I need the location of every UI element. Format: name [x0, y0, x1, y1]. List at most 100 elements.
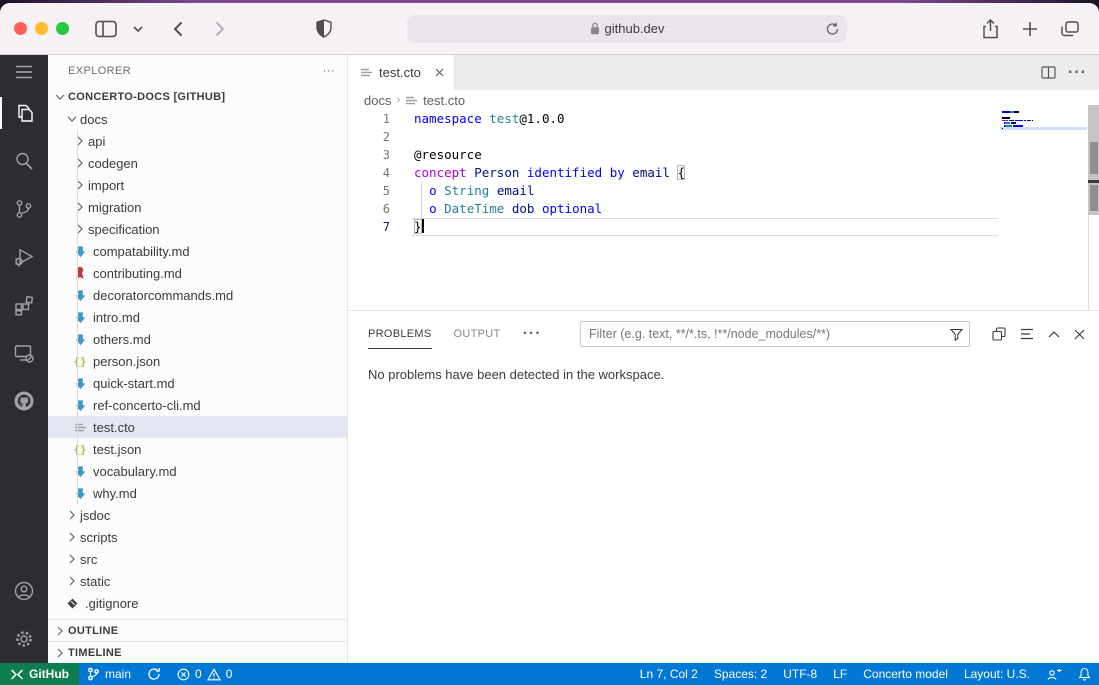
back-button[interactable] [163, 16, 193, 42]
view-as-table-icon[interactable] [992, 327, 1006, 341]
status-branch[interactable]: main [79, 663, 139, 685]
code-line-1[interactable]: 1 namespace test@1.0.0 [348, 110, 1099, 128]
close-panel-icon[interactable] [1074, 329, 1085, 340]
cto-file-icon [360, 66, 373, 79]
tree-folder-migration[interactable]: migration [48, 196, 347, 218]
minimap[interactable] [1000, 111, 1087, 130]
forward-button[interactable] [205, 16, 235, 42]
filter-funnel-icon[interactable] [950, 328, 963, 341]
tree-file-vocabulary-md[interactable]: vocabulary.md [48, 460, 347, 482]
status-remote[interactable]: GitHub [0, 663, 79, 685]
status-feedback[interactable] [1038, 663, 1070, 685]
editor-more-actions-icon[interactable]: ··· [1068, 64, 1087, 82]
tree-folder-api[interactable]: api [48, 130, 347, 152]
reload-icon[interactable] [826, 22, 839, 36]
tab-test-cto[interactable]: test.cto [348, 55, 455, 90]
split-editor-icon[interactable] [1041, 66, 1056, 79]
maximize-panel-icon[interactable] [1048, 330, 1060, 338]
problems-filter-input[interactable] [581, 327, 969, 341]
scrollbar-thumb[interactable] [1089, 185, 1098, 211]
section-timeline[interactable]: TIMELINE [48, 641, 347, 663]
breadcrumb-folder[interactable]: docs [364, 93, 391, 108]
privacy-shield-icon[interactable] [309, 16, 339, 42]
tree-folder-import[interactable]: import [48, 174, 347, 196]
tab-output[interactable]: OUTPUT [454, 311, 501, 357]
tree-file-test-cto[interactable]: test.cto [48, 416, 347, 438]
status-eol[interactable]: LF [825, 663, 855, 685]
status-problems[interactable]: 00 [169, 663, 240, 685]
tree-file-ref-concerto-cli-md[interactable]: ref-concerto-cli.md [48, 394, 347, 416]
explorer-more-actions-icon[interactable]: ··· [323, 65, 335, 77]
status-indentation[interactable]: Spaces: 2 [706, 663, 775, 685]
code-line-4[interactable]: 4 concept Person identified by email { [348, 164, 1099, 182]
close-tab-icon[interactable] [435, 68, 444, 77]
chevron-right-icon [72, 221, 88, 237]
tree-folder-docs[interactable]: docs [48, 108, 347, 130]
tree-file-decoratorcommands-md[interactable]: decoratorcommands.md [48, 284, 347, 306]
tree-file-others-md[interactable]: others.md [48, 328, 347, 350]
run-and-debug-icon[interactable] [0, 233, 48, 281]
tree-file-contributing-md[interactable]: contributing.md [48, 262, 347, 284]
github-icon[interactable] [0, 377, 48, 425]
status-keyboard-layout[interactable]: Layout: U.S. [956, 663, 1038, 685]
tab-overview-icon[interactable] [1055, 16, 1085, 42]
markdown-file-icon [72, 397, 88, 413]
code-line-6[interactable]: 6 o DateTime dob optional [348, 200, 1099, 218]
tree-folder-concerto-docs-github-[interactable]: CONCERTO-DOCS [GITHUB] [48, 86, 347, 108]
tree-file--gitignore[interactable]: .gitignore [48, 592, 347, 614]
sidebar-toggle-icon[interactable] [91, 16, 121, 42]
section-outline[interactable]: OUTLINE [48, 619, 347, 641]
code-line-5[interactable]: 5 o String email [348, 182, 1099, 200]
tree-folder-src[interactable]: src [48, 548, 347, 570]
source-control-icon[interactable] [0, 185, 48, 233]
settings-icon[interactable] [0, 615, 48, 663]
remote-explorer-icon[interactable] [0, 329, 48, 377]
cto-file-icon [72, 419, 88, 435]
tree-file-why-md[interactable]: why.md [48, 482, 347, 504]
status-sync[interactable] [139, 663, 169, 685]
menu-icon[interactable] [0, 55, 48, 89]
status-cursor-position[interactable]: Ln 7, Col 2 [632, 663, 706, 685]
minimize-window-button[interactable] [35, 22, 48, 35]
code-line-2[interactable]: 2 [348, 128, 1099, 146]
tree-item-label: static [80, 573, 111, 589]
tree-folder-scripts[interactable]: scripts [48, 526, 347, 548]
scrollbar-thumb[interactable] [1089, 142, 1098, 174]
tree-file-person-json[interactable]: {} person.json [48, 350, 347, 372]
chevron-down-icon[interactable] [129, 16, 147, 42]
tree-item-label: src [80, 551, 98, 567]
search-icon[interactable] [0, 137, 48, 185]
tree-file-compatability-md[interactable]: compatability.md [48, 240, 347, 262]
zoom-window-button[interactable] [56, 22, 69, 35]
status-encoding[interactable]: UTF-8 [775, 663, 825, 685]
address-bar[interactable]: github.dev [407, 14, 847, 43]
code-line-7[interactable]: 7} [348, 218, 1099, 236]
editor-scrollbar[interactable] [1088, 105, 1099, 215]
tree-item-label: import [88, 177, 125, 193]
collapse-all-icon[interactable] [1020, 328, 1034, 340]
code-line-3[interactable]: 3 @resource [348, 146, 1099, 164]
tree-file-quick-start-md[interactable]: quick-start.md [48, 372, 347, 394]
chevron-right-icon [72, 133, 88, 149]
new-tab-icon[interactable] [1015, 16, 1045, 42]
panel-more-tabs-icon[interactable]: ··· [523, 325, 542, 343]
status-notifications[interactable] [1070, 663, 1099, 685]
code-editor[interactable]: 1 namespace test@1.0.0 2 3 @resource 4 concept… [348, 110, 1099, 310]
status-language-mode[interactable]: Concerto model [855, 663, 956, 685]
breadcrumb-file[interactable]: test.cto [423, 93, 465, 108]
share-icon[interactable] [975, 16, 1005, 42]
tree-file-intro-md[interactable]: intro.md [48, 306, 347, 328]
tree-folder-specification[interactable]: specification [48, 218, 347, 240]
tree-folder-codegen[interactable]: codegen [48, 152, 347, 174]
breadcrumb-separator: › [396, 94, 401, 106]
tree-folder-static[interactable]: static [48, 570, 347, 592]
close-window-button[interactable] [14, 22, 27, 35]
chevron-down-icon [64, 111, 80, 127]
tree-file-test-json[interactable]: {} test.json [48, 438, 347, 460]
accounts-icon[interactable] [0, 567, 48, 615]
markdown-file-icon [72, 309, 88, 325]
tree-folder-jsdoc[interactable]: jsdoc [48, 504, 347, 526]
extensions-icon[interactable] [0, 281, 48, 329]
explorer-icon[interactable] [0, 89, 48, 137]
tab-problems[interactable]: PROBLEMS [368, 311, 432, 357]
